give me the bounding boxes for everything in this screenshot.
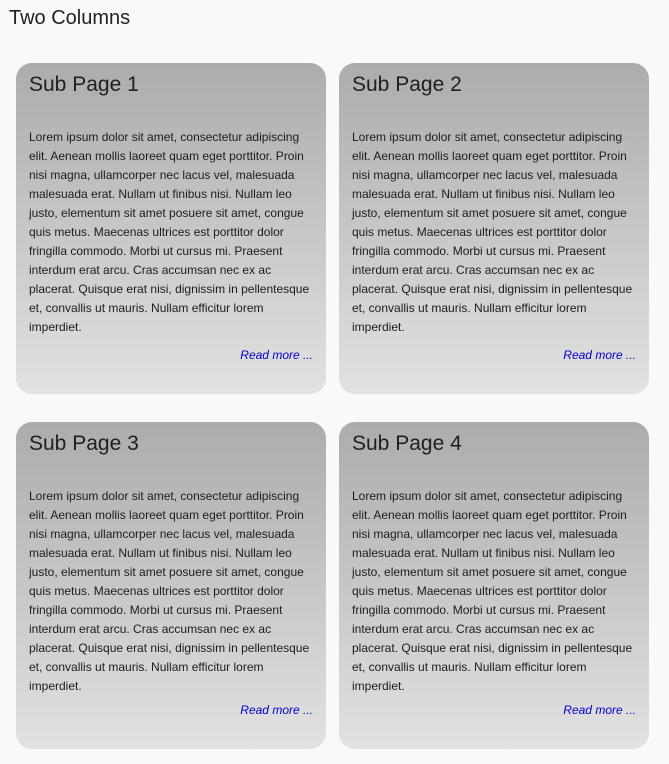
card-sub-page-2: Sub Page 2 Lorem ipsum dolor sit amet, c… <box>339 63 649 394</box>
read-more-link[interactable]: Read more ... <box>240 702 313 718</box>
card-title: Sub Page 1 <box>29 73 139 96</box>
card-body-text: Lorem ipsum dolor sit amet, consectetur … <box>29 489 310 693</box>
card-sub-page-4: Sub Page 4 Lorem ipsum dolor sit amet, c… <box>339 422 649 749</box>
card-body-text: Lorem ipsum dolor sit amet, consectetur … <box>352 489 633 693</box>
card-body-text: Lorem ipsum dolor sit amet, consectetur … <box>29 130 310 334</box>
read-more-link[interactable]: Read more ... <box>240 347 313 363</box>
card-title: Sub Page 4 <box>352 432 462 455</box>
read-more-link[interactable]: Read more ... <box>563 347 636 363</box>
card-body-text: Lorem ipsum dolor sit amet, consectetur … <box>352 130 633 334</box>
page-title: Two Columns <box>9 7 131 29</box>
card-title: Sub Page 3 <box>29 432 139 455</box>
card-sub-page-3: Sub Page 3 Lorem ipsum dolor sit amet, c… <box>16 422 326 749</box>
read-more-link[interactable]: Read more ... <box>563 702 636 718</box>
card-title: Sub Page 2 <box>352 73 462 96</box>
card-sub-page-1: Sub Page 1 Lorem ipsum dolor sit amet, c… <box>16 63 326 394</box>
